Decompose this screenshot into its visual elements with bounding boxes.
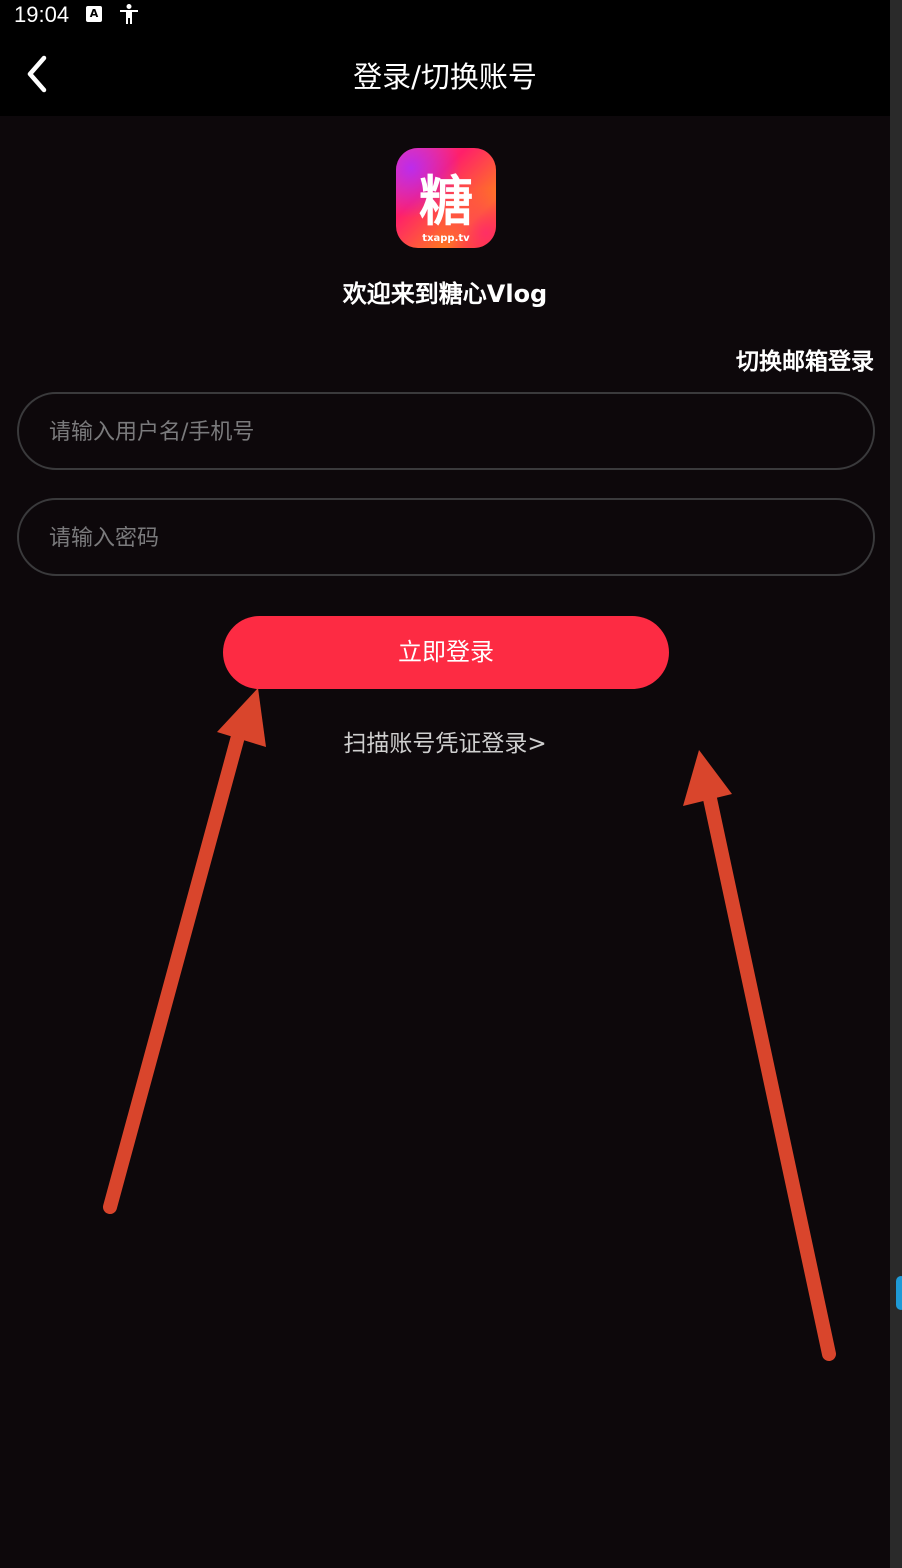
password-field: [17, 498, 875, 576]
header-bar: 登录/切换账号: [0, 30, 890, 116]
screen-edge: [890, 0, 902, 1568]
login-button[interactable]: 立即登录: [223, 616, 669, 689]
android-accessibility-a-icon: A: [86, 6, 102, 22]
annotation-arrow-right: [683, 750, 836, 1361]
logo-caption: txapp.tv: [422, 233, 470, 244]
accessibility-person-icon: [118, 3, 140, 29]
password-input[interactable]: [47, 500, 841, 576]
logo-glyph: 糖: [419, 170, 473, 233]
switch-email-login-link[interactable]: 切换邮箱登录: [736, 342, 874, 376]
username-field: [17, 392, 875, 470]
status-time: 19:04: [14, 2, 70, 27]
page-title: 登录/切换账号: [353, 60, 537, 94]
status-bar: 19:04 A: [0, 0, 890, 30]
annotation-arrow-left: [103, 688, 266, 1214]
scan-credential-login-link[interactable]: 扫描账号凭证登录>: [0, 724, 890, 758]
app-logo: 糖 txapp.tv: [396, 148, 496, 248]
floating-handle[interactable]: [896, 1276, 902, 1310]
username-input[interactable]: [47, 394, 841, 470]
welcome-text: 欢迎来到糖心Vlog: [342, 280, 548, 308]
